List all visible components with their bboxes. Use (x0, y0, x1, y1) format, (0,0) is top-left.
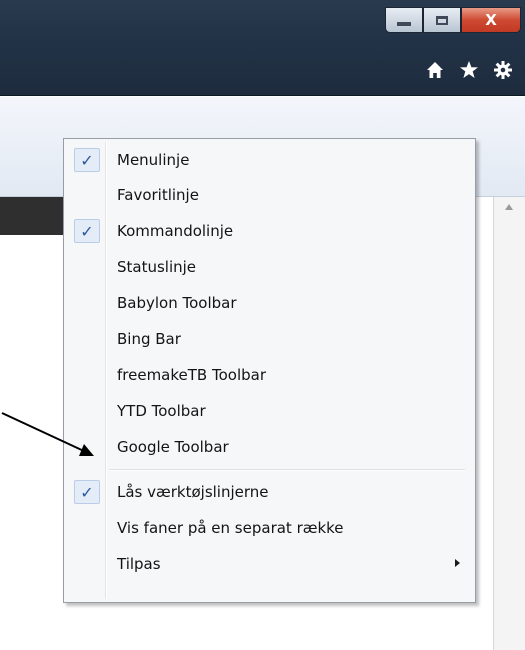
window-controls: X (385, 7, 521, 33)
browser-nav-icons (425, 60, 513, 80)
star-icon (460, 61, 478, 78)
menu-item-label: Tilpas (117, 555, 161, 573)
menu-item-label: YTD Toolbar (117, 402, 206, 420)
close-button[interactable]: X (461, 7, 521, 33)
home-button[interactable] (425, 60, 445, 80)
menu-item-label: Menulinje (117, 151, 190, 169)
menu-item-label: Google Toolbar (117, 438, 229, 456)
menu-item-label: Lås værktøjslinjerne (117, 483, 269, 501)
menu-separator (109, 469, 465, 471)
menu-item-label: Kommandolinje (117, 222, 234, 240)
menu-item-label: freemakeTB Toolbar (117, 366, 266, 384)
menu-item-laas-vaerktoejslinjerne[interactable]: ✓ Lås værktøjslinjerne (67, 475, 472, 509)
menu-item-kommandolinje[interactable]: ✓ Kommandolinje (67, 214, 472, 248)
favorites-button[interactable] (459, 60, 479, 80)
menu-item-label: Vis faner på en separat række (117, 519, 344, 537)
toolbar-context-menu: ✓ Menulinje Favoritlinje ✓ Kommandolinje… (63, 138, 476, 603)
close-icon: X (485, 10, 497, 29)
checkmark-icon: ✓ (74, 480, 100, 504)
maximize-icon (436, 15, 448, 25)
vertical-scrollbar[interactable] (493, 197, 525, 650)
tools-button[interactable] (493, 60, 513, 80)
window-title-bar: X (0, 0, 525, 96)
menu-item-ytd-toolbar[interactable]: YTD Toolbar (67, 394, 472, 428)
minimize-button[interactable] (385, 7, 423, 33)
menu-item-menulinje[interactable]: ✓ Menulinje (67, 143, 472, 177)
tab-strip (0, 197, 70, 235)
home-icon (427, 62, 443, 78)
menu-item-label: Favoritlinje (117, 186, 199, 204)
menu-item-favoritlinje[interactable]: Favoritlinje (67, 178, 472, 212)
menu-item-tilpas[interactable]: Tilpas (67, 547, 472, 581)
menu-item-freemaketb-toolbar[interactable]: freemakeTB Toolbar (67, 358, 472, 392)
scroll-up-button[interactable] (500, 199, 518, 215)
menu-item-statuslinje[interactable]: Statuslinje (67, 250, 472, 284)
menu-item-vis-faner-separat-raekke[interactable]: Vis faner på en separat række (67, 511, 472, 545)
menu-item-babylon-toolbar[interactable]: Babylon Toolbar (67, 286, 472, 320)
submenu-arrow-icon (455, 559, 460, 567)
checkmark-icon: ✓ (74, 148, 100, 172)
scroll-up-arrow-icon (505, 204, 513, 210)
menu-item-label: Babylon Toolbar (117, 294, 237, 312)
menu-item-google-toolbar[interactable]: Google Toolbar (67, 430, 472, 464)
checkmark-icon: ✓ (74, 219, 100, 243)
gear-icon (494, 61, 512, 79)
maximize-button[interactable] (423, 7, 461, 33)
menu-item-label: Statuslinje (117, 258, 197, 276)
menu-item-label: Bing Bar (117, 330, 181, 348)
menu-item-bing-bar[interactable]: Bing Bar (67, 322, 472, 356)
minimize-icon (397, 22, 411, 26)
